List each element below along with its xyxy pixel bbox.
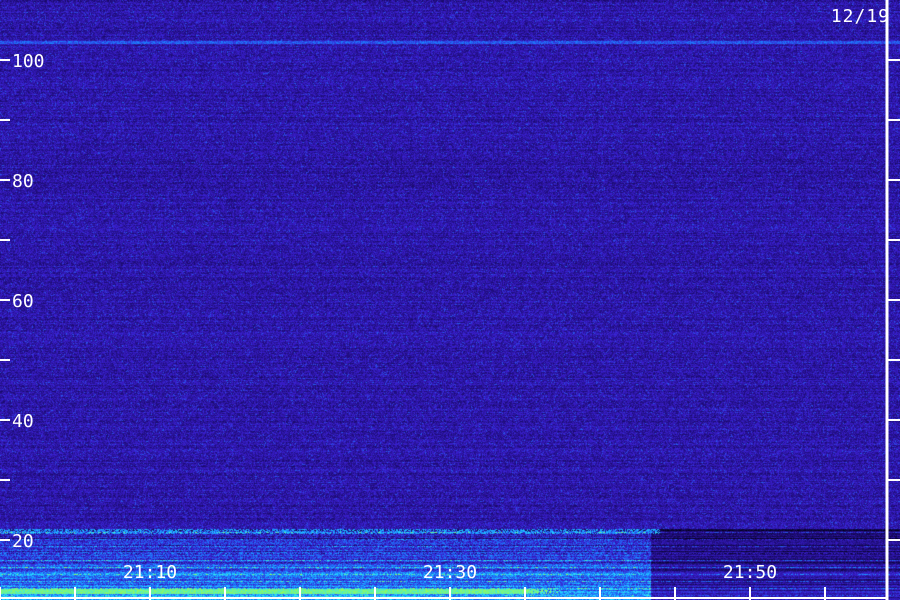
x-tick-label: 21:10 (123, 562, 177, 583)
axes-overlay: 100 80 60 40 20 21:10 21:30 21:50 (0, 0, 900, 600)
x-tick-label: 21:50 (723, 562, 777, 583)
y-tick-label: 80 (12, 171, 34, 192)
y-tick-label: 20 (12, 531, 34, 552)
y-tick-label: 40 (12, 411, 34, 432)
date-label: 12/19 (830, 6, 890, 27)
y-tick-label: 60 (12, 291, 34, 312)
x-tick-label: 21:30 (423, 562, 477, 583)
y-tick-label: 100 (12, 51, 45, 72)
x-axis: 21:10 21:30 21:50 (0, 562, 887, 600)
y-axis: 100 80 60 40 20 (0, 51, 900, 552)
